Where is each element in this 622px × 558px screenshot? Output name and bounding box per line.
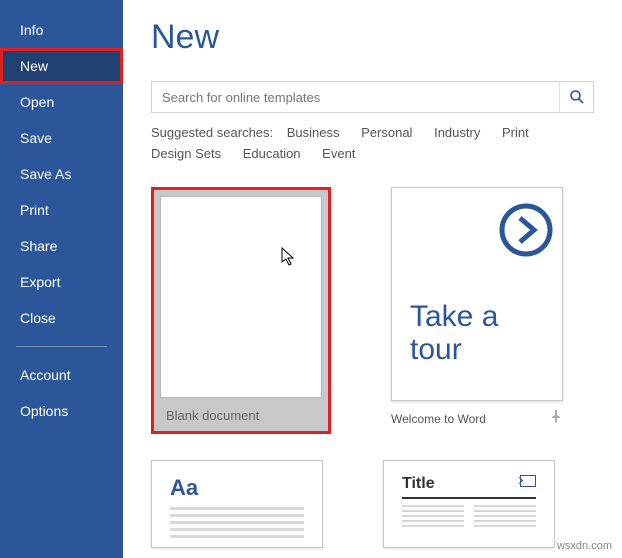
tour-arrow-icon (498, 202, 554, 258)
watermark: wsxdn.com (557, 540, 612, 552)
pin-icon (549, 409, 563, 423)
template-blank-document[interactable]: Blank document (151, 187, 331, 434)
sidebar-item-info[interactable]: Info (0, 12, 123, 48)
backstage-sidebar: Info New Open Save Save As Print Share E… (0, 0, 123, 558)
template-tour-caption: Welcome to Word (391, 412, 486, 426)
template-gallery-row2: Aa Title (151, 460, 594, 548)
app-root: Info New Open Save Save As Print Share E… (0, 0, 622, 558)
template-blank-thumb (160, 196, 322, 398)
search-icon (569, 89, 585, 105)
template-title-text: Title (402, 475, 435, 493)
sidebar-item-print[interactable]: Print (0, 192, 123, 228)
sidebar-item-open[interactable]: Open (0, 84, 123, 120)
suggested-link-education[interactable]: Education (243, 146, 301, 161)
suggested-label: Suggested searches: (151, 125, 273, 140)
sidebar-item-share[interactable]: Share (0, 228, 123, 264)
search-input[interactable] (152, 82, 559, 112)
sidebar-item-options[interactable]: Options (0, 393, 123, 429)
sidebar-item-export[interactable]: Export (0, 264, 123, 300)
pin-button[interactable] (549, 409, 563, 428)
page-title: New (151, 18, 594, 57)
template-heading-icon (520, 475, 536, 487)
sidebar-divider (16, 346, 107, 347)
sidebar-item-account[interactable]: Account (0, 357, 123, 393)
suggested-link-design-sets[interactable]: Design Sets (151, 146, 221, 161)
template-single-spaced[interactable]: Aa (151, 460, 323, 548)
sidebar-item-save[interactable]: Save (0, 120, 123, 156)
search-container (151, 81, 594, 113)
sidebar-item-new[interactable]: New (0, 48, 123, 84)
main-panel: New Suggested searches: Business Persona… (123, 0, 622, 558)
sidebar-item-close[interactable]: Close (0, 300, 123, 336)
cursor-icon (281, 247, 297, 267)
suggested-link-business[interactable]: Business (287, 125, 340, 140)
tour-text: Take a tour (410, 300, 498, 366)
suggested-link-industry[interactable]: Industry (434, 125, 480, 140)
template-gallery: Blank document Take a tour (151, 185, 594, 434)
suggested-searches-row1: Suggested searches: Business Personal In… (151, 125, 594, 140)
suggested-link-event[interactable]: Event (322, 146, 355, 161)
template-welcome-tour[interactable]: Take a tour Welcome to Word (391, 187, 563, 434)
sidebar-item-save-as[interactable]: Save As (0, 156, 123, 192)
suggested-link-personal[interactable]: Personal (361, 125, 412, 140)
template-title-layout[interactable]: Title (383, 460, 555, 548)
suggested-searches-row2: Design Sets Education Event (151, 146, 594, 161)
template-blank-caption: Blank document (160, 398, 322, 425)
suggested-link-print[interactable]: Print (502, 125, 529, 140)
search-button[interactable] (559, 82, 593, 112)
template-aa-text: Aa (170, 475, 304, 501)
